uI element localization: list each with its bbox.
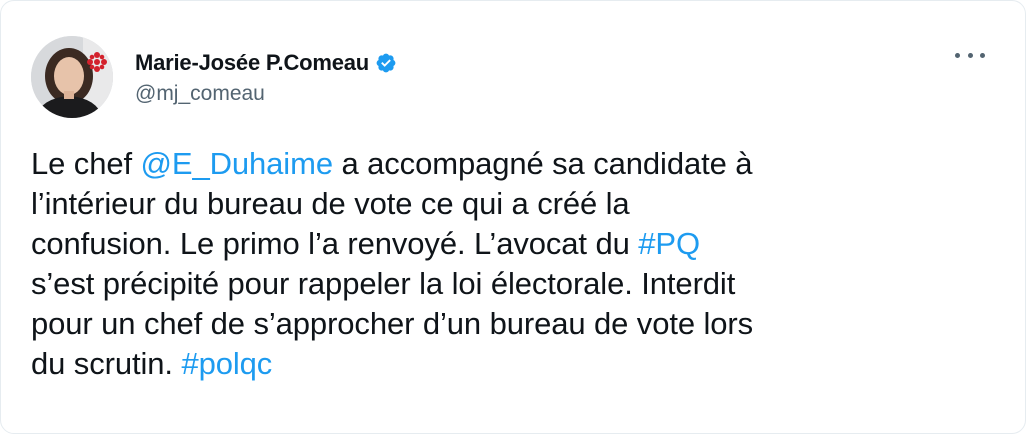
hashtag-link[interactable]: #PQ: [638, 226, 700, 261]
text-segment: a accompagné sa candidate à: [332, 146, 753, 181]
text-segment: du scrutin.: [31, 346, 182, 381]
tweet-line: Le chef @E_Duhaime a accompagné sa candi…: [31, 144, 1001, 184]
author-name-row: Marie-Josée P.Comeau: [135, 48, 397, 78]
text-segment: confusion. Le primo l’a renvoyé. L’avoca…: [31, 226, 639, 261]
text-segment: l’intérieur du bureau de vote ce qui a c…: [31, 186, 630, 221]
mention-link[interactable]: @E_Duhaime: [141, 146, 334, 181]
more-options-icon[interactable]: [955, 45, 985, 65]
more-dot: [980, 52, 985, 58]
hashtag-link[interactable]: #polqc: [181, 346, 272, 381]
author-display-name[interactable]: Marie-Josée P.Comeau: [135, 50, 369, 76]
tweet-line: s’est précipité pour rappeler la loi éle…: [31, 264, 1001, 304]
verified-badge-icon: [375, 52, 397, 74]
more-dot: [955, 52, 960, 58]
tweet-line: pour un chef de s’approcher d’un bureau …: [31, 304, 1001, 344]
tweet-line: confusion. Le primo l’a renvoyé. L’avoca…: [31, 224, 1001, 264]
text-segment: pour un chef de s’approcher d’un bureau …: [31, 306, 754, 341]
text-segment: s’est précipité pour rappeler la loi éle…: [31, 266, 736, 301]
author-avatar[interactable]: [31, 36, 113, 118]
tweet-line: l’intérieur du bureau de vote ce qui a c…: [31, 184, 1001, 224]
tweet-text: Le chef @E_Duhaime a accompagné sa candi…: [31, 144, 1001, 384]
avatar-image: [31, 36, 113, 118]
author-handle[interactable]: @mj_comeau: [135, 82, 397, 106]
tweet-header: Marie-Josée P.Comeau @mj_comeau: [31, 35, 397, 119]
author-identity: Marie-Josée P.Comeau @mj_comeau: [135, 48, 397, 106]
text-segment: Le chef: [31, 146, 141, 181]
tweet-card: Marie-Josée P.Comeau @mj_comeau Le chef …: [0, 0, 1026, 434]
more-dot: [967, 52, 973, 58]
tweet-line: du scrutin. #polqc: [31, 344, 1001, 384]
